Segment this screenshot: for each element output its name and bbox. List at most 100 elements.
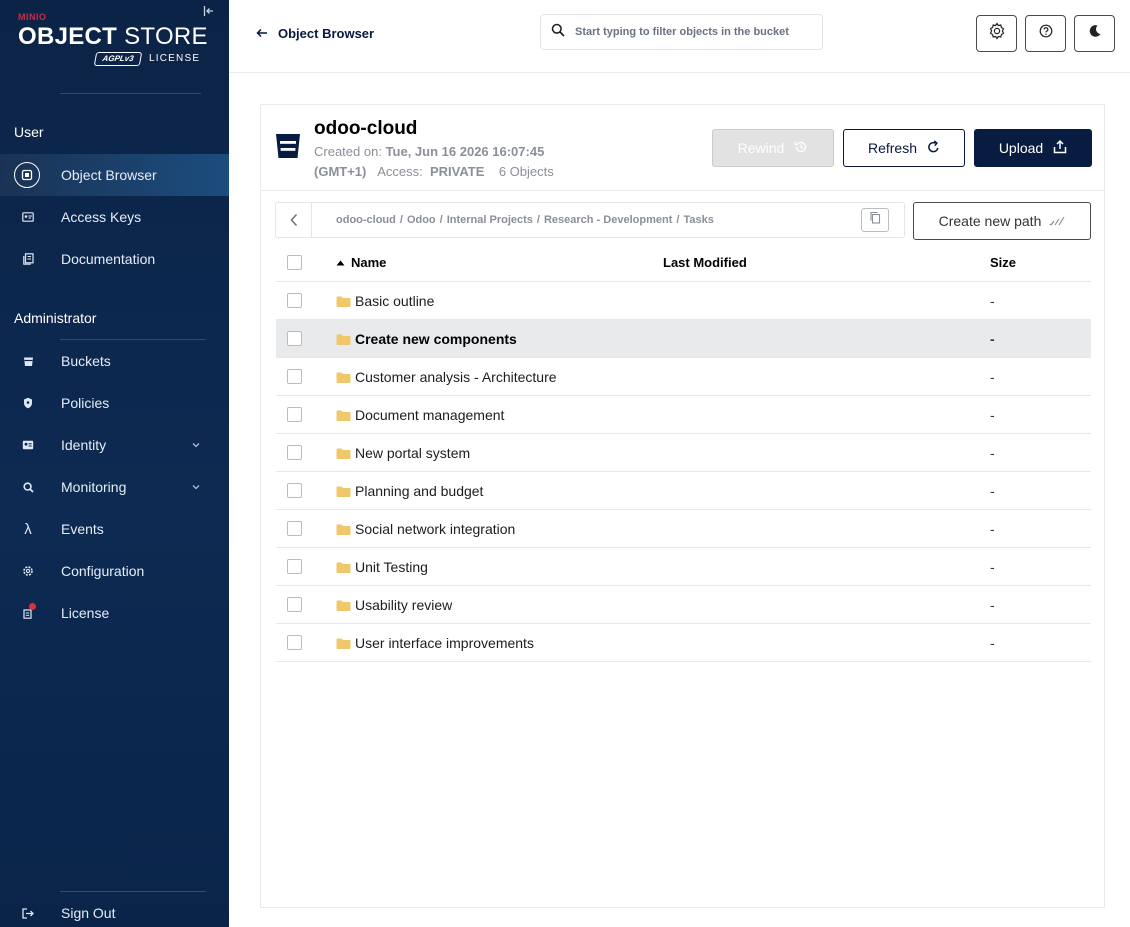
row-checkbox[interactable] bbox=[287, 445, 302, 460]
sidebar-item-object-browser[interactable]: Object Browser bbox=[0, 154, 229, 196]
bucket-icon bbox=[275, 132, 301, 165]
folder-icon bbox=[336, 524, 351, 535]
object-name[interactable]: Customer analysis - Architecture bbox=[355, 369, 557, 385]
table-row[interactable]: User interface improvements - bbox=[276, 624, 1091, 662]
collapse-sidebar-icon[interactable] bbox=[203, 5, 217, 19]
back-to-object-browser-link[interactable]: Object Browser bbox=[256, 26, 374, 41]
sidebar-item-label: License bbox=[61, 605, 110, 621]
settings-button[interactable] bbox=[976, 15, 1017, 52]
breadcrumb-item[interactable]: Research - Development bbox=[544, 214, 672, 226]
sidebar-item-label: Events bbox=[61, 521, 104, 537]
sidebar-item-label: Configuration bbox=[61, 563, 145, 579]
user-section-heading: User bbox=[14, 124, 44, 140]
minio-logo-mark: MINIO bbox=[18, 12, 47, 22]
create-path-label: Create new path bbox=[938, 213, 1042, 229]
upload-button[interactable]: Upload bbox=[974, 129, 1092, 167]
sidebar-item-configuration[interactable]: Configuration bbox=[0, 550, 229, 592]
breadcrumb-item[interactable]: Odoo bbox=[407, 214, 436, 226]
folder-icon bbox=[336, 410, 351, 421]
object-name[interactable]: Create new components bbox=[355, 331, 517, 347]
search-input[interactable] bbox=[575, 26, 815, 38]
sort-ascending-icon bbox=[336, 260, 345, 265]
row-checkbox[interactable] bbox=[287, 407, 302, 422]
help-icon bbox=[1039, 24, 1053, 43]
sidebar-item-access-keys[interactable]: Access Keys bbox=[0, 196, 229, 238]
table-row[interactable]: Usability review - bbox=[276, 586, 1091, 624]
row-checkbox[interactable] bbox=[287, 597, 302, 612]
object-size: - bbox=[990, 330, 995, 347]
sidebar-item-identity[interactable]: Identity bbox=[0, 424, 229, 466]
folder-icon bbox=[336, 334, 351, 345]
row-checkbox[interactable] bbox=[287, 521, 302, 536]
help-button[interactable] bbox=[1025, 15, 1066, 52]
license-text: LICENSE bbox=[149, 53, 201, 64]
license-badge: AGPLv3 bbox=[93, 52, 143, 66]
breadcrumb-item[interactable]: Tasks bbox=[683, 214, 713, 226]
object-name[interactable]: Basic outline bbox=[355, 293, 434, 309]
name-column-header[interactable]: Name bbox=[336, 255, 386, 270]
dark-mode-toggle[interactable] bbox=[1074, 15, 1115, 52]
last-modified-column-header[interactable]: Last Modified bbox=[663, 255, 747, 270]
object-name[interactable]: Usability review bbox=[355, 597, 452, 613]
table-row[interactable]: Basic outline - bbox=[276, 282, 1091, 320]
object-name[interactable]: Planning and budget bbox=[355, 483, 483, 499]
copy-icon bbox=[869, 211, 881, 229]
object-name[interactable]: Unit Testing bbox=[355, 559, 428, 575]
lambda-icon: λ bbox=[24, 520, 32, 538]
table-row[interactable]: Document management - bbox=[276, 396, 1091, 434]
policies-icon bbox=[16, 391, 40, 415]
logout-icon bbox=[16, 901, 40, 925]
sidebar-item-buckets[interactable]: Buckets bbox=[0, 340, 229, 382]
row-checkbox[interactable] bbox=[287, 331, 302, 346]
table-row[interactable]: Unit Testing - bbox=[276, 548, 1091, 586]
refresh-button[interactable]: Refresh bbox=[843, 129, 965, 167]
object-size: - bbox=[990, 482, 995, 499]
rewind-button[interactable]: Rewind bbox=[712, 129, 834, 167]
breadcrumb-item[interactable]: Internal Projects bbox=[447, 214, 533, 226]
table-row[interactable]: Social network integration - bbox=[276, 510, 1091, 548]
object-name[interactable]: Document management bbox=[355, 407, 504, 423]
sign-out-button[interactable]: Sign Out bbox=[0, 892, 229, 927]
row-checkbox[interactable] bbox=[287, 635, 302, 650]
table-row[interactable]: Planning and budget - bbox=[276, 472, 1091, 510]
copy-path-button[interactable] bbox=[861, 208, 889, 232]
identity-icon bbox=[16, 433, 40, 457]
sidebar-item-documentation[interactable]: Documentation bbox=[0, 238, 229, 280]
breadcrumb-item[interactable]: odoo-cloud bbox=[336, 214, 396, 226]
sidebar-item-policies[interactable]: Policies bbox=[0, 382, 229, 424]
object-name[interactable]: New portal system bbox=[355, 445, 470, 461]
sidebar-item-events[interactable]: λ Events bbox=[0, 508, 229, 550]
breadcrumb-back-button[interactable] bbox=[276, 203, 312, 237]
bucket-created: Created on: Tue, Jun 16 2026 16:07:45 bbox=[314, 144, 545, 159]
refresh-icon bbox=[927, 139, 940, 157]
table-row[interactable]: New portal system - bbox=[276, 434, 1091, 472]
table-row[interactable]: Create new components - bbox=[276, 320, 1091, 358]
create-new-path-button[interactable]: Create new path bbox=[913, 202, 1091, 240]
row-checkbox[interactable] bbox=[287, 483, 302, 498]
chevron-down-icon[interactable] bbox=[192, 482, 200, 493]
upload-label: Upload bbox=[998, 140, 1044, 156]
object-name[interactable]: User interface improvements bbox=[355, 635, 534, 651]
row-checkbox[interactable] bbox=[287, 369, 302, 384]
row-checkbox[interactable] bbox=[287, 559, 302, 574]
sidebar-item-monitoring[interactable]: Monitoring bbox=[0, 466, 229, 508]
object-name[interactable]: Social network integration bbox=[355, 521, 515, 537]
panel-divider bbox=[261, 190, 1104, 191]
sidebar-item-label: Buckets bbox=[61, 353, 111, 369]
select-all-checkbox[interactable] bbox=[287, 255, 302, 270]
size-column-header[interactable]: Size bbox=[990, 255, 1016, 270]
sidebar-item-label: Identity bbox=[61, 437, 107, 453]
search-box[interactable] bbox=[540, 14, 823, 50]
row-checkbox[interactable] bbox=[287, 293, 302, 308]
gear-icon bbox=[16, 559, 40, 583]
sidebar-divider bbox=[60, 93, 201, 94]
sidebar-item-license[interactable]: License bbox=[0, 592, 229, 634]
notification-dot bbox=[29, 603, 36, 610]
chevron-down-icon[interactable] bbox=[192, 440, 200, 451]
documentation-icon bbox=[16, 247, 40, 271]
object-size: - bbox=[990, 444, 995, 461]
folder-icon bbox=[336, 562, 351, 573]
folder-icon bbox=[336, 296, 351, 307]
table-row[interactable]: Customer analysis - Architecture - bbox=[276, 358, 1091, 396]
object-size: - bbox=[990, 406, 995, 423]
